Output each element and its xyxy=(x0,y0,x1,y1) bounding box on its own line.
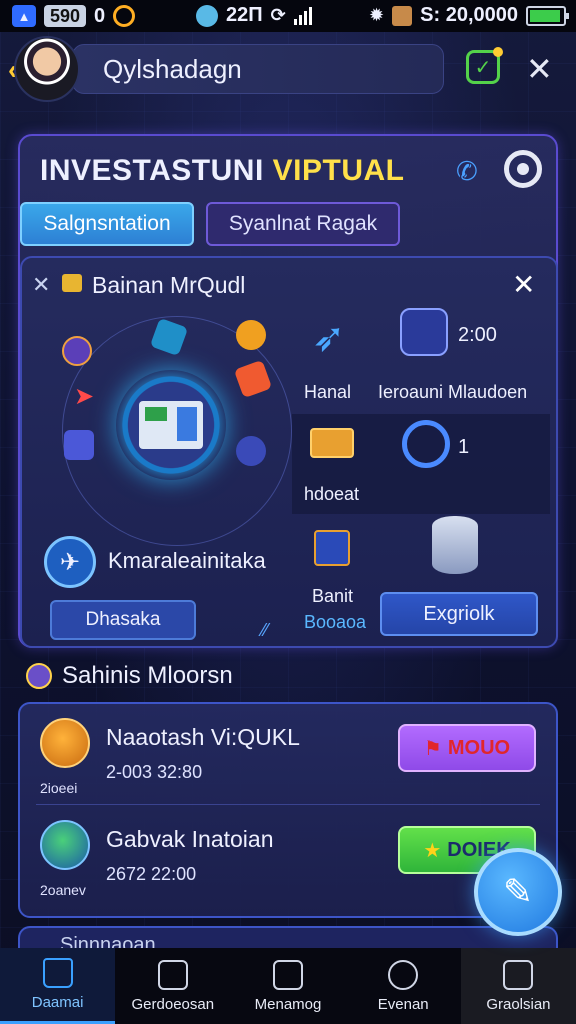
globe-avatar-icon xyxy=(40,820,90,870)
dashboard-hub-icon xyxy=(116,370,226,480)
list-item-name: Naaotash Vi:QUKL xyxy=(106,724,300,750)
pencil-icon: ✎ xyxy=(502,871,534,912)
close-icon[interactable]: ✕ xyxy=(526,50,553,88)
panel-dismiss-icon[interactable]: ✕ xyxy=(32,272,50,298)
weather-icon xyxy=(196,4,218,27)
section-header: Sahinis Mloorsn xyxy=(26,662,233,690)
stat-label-1: Hanal xyxy=(304,382,352,402)
folder-icon xyxy=(62,274,82,292)
bookmark-icon xyxy=(157,959,188,990)
stats-grid: ➶ Hanal 2:00 Ieroauni Mlaudoen hdoeat 1 … xyxy=(292,298,550,638)
ticket-icon xyxy=(310,428,354,458)
section-title: Sahinis Mloorsn xyxy=(62,662,233,689)
pencil-badge-icon xyxy=(26,663,52,689)
home-icon xyxy=(42,958,73,988)
status-right-text: S: 20,0000 xyxy=(420,4,518,26)
tag-icon xyxy=(388,959,419,990)
nav-item-garden[interactable]: Gerdoeosan xyxy=(115,948,230,1024)
stat-value-2: 1 xyxy=(458,436,470,458)
gear-cog-icon xyxy=(402,420,450,468)
trophy-avatar-icon xyxy=(40,718,90,768)
dhasaka-button[interactable]: Dhasaka xyxy=(50,600,196,640)
wallet-icon xyxy=(392,5,413,26)
nav-label: Graolsian xyxy=(486,995,551,1013)
panel-icon xyxy=(503,959,534,990)
tab-segmentation[interactable]: Salgnsntation xyxy=(20,202,194,246)
avatar[interactable] xyxy=(14,36,80,102)
edit-icon[interactable]: ⁄⁄ xyxy=(262,620,268,641)
mouo-button-label: MOUO xyxy=(447,736,511,759)
app-header: ‹ Qylshadagn ✓ ✕ xyxy=(0,34,576,104)
box-icon xyxy=(273,959,303,990)
bottom-navigation: Daamai Gerdoeosan Menamog Evenan Graolsi… xyxy=(0,948,576,1024)
stat-label-5: Banit xyxy=(312,586,354,606)
signal-icon xyxy=(293,6,312,25)
stat-value-1: 2:00 xyxy=(458,324,497,346)
database-icon xyxy=(432,516,478,574)
tab-ragak[interactable]: Syanlnat Ragak xyxy=(206,202,400,246)
panel-title: Bainan MrQudl xyxy=(92,272,246,298)
feature-label: Kmaraleainitaka xyxy=(108,548,266,573)
mouo-button[interactable]: ⚑ MOUO xyxy=(398,724,536,772)
edit-fab-button[interactable]: ✎ xyxy=(474,848,562,936)
list-item-time: 2672 22:00 xyxy=(106,864,197,884)
nav-label: Evenan xyxy=(377,995,429,1013)
status-left-text: 590 xyxy=(44,5,87,27)
cursor-orbit-icon: ➤ xyxy=(74,383,95,410)
card-title-part2: VIPTUAL xyxy=(272,154,405,187)
page-title: Qylshadagn xyxy=(103,53,242,84)
status-mid-text: 22П xyxy=(226,4,263,26)
flag-icon: ⚑ xyxy=(423,737,442,760)
stat-label-3: hdoeat xyxy=(304,484,360,504)
nav-item-home[interactable]: Daamai xyxy=(0,948,116,1024)
cube-orbit-icon xyxy=(64,430,94,460)
rocket-orbit-icon xyxy=(236,320,266,350)
status-left-suffix: 0 xyxy=(94,4,106,27)
nav-label: Daamai xyxy=(31,994,84,1011)
list-item-name: Gabvak Inatoian xyxy=(106,826,274,852)
nav-item-events[interactable]: Evenan xyxy=(346,948,461,1024)
nav-label: Gerdoeosan xyxy=(131,995,215,1013)
divider xyxy=(36,804,540,805)
badge-icon xyxy=(400,308,448,356)
shield-orbit-icon xyxy=(62,336,92,366)
market-panel: ✕ Bainan MrQudl ✕ ➤ ✈ Kmaraleainitaka Dh… xyxy=(20,256,558,648)
next-card-peek: Sinnnaoan xyxy=(18,926,558,950)
list-item[interactable]: 2ioeei Naaotash Vi:QUKL 2-003 32:80 ⚑ MO… xyxy=(20,704,556,805)
card-title-part1: INVESTASTUNI xyxy=(40,154,273,187)
star-icon: ★ xyxy=(423,839,442,862)
navigation-icon[interactable]: ✈ xyxy=(44,536,96,588)
app-notification-icon: ▲ xyxy=(12,5,36,27)
stat-label-2: Ieroauni Mlaudoen xyxy=(378,382,528,402)
rocket-icon: ➶ xyxy=(312,316,346,360)
explore-button[interactable]: Exgriolk xyxy=(380,592,538,636)
stat-label-6: Booaoa xyxy=(304,612,367,632)
battery-icon xyxy=(526,5,569,26)
list-item-sub: 2ioeei xyxy=(40,780,78,796)
phone-icon[interactable]: ✆ xyxy=(456,156,478,187)
header-title-bar: Qylshadagn xyxy=(72,44,444,94)
status-bar: ▲ 590 0 22П ⟳ ✹ S: 20,0000 xyxy=(0,0,576,32)
nav-item-menu[interactable]: Menamog xyxy=(230,948,345,1024)
tools-orbit-icon xyxy=(236,436,266,466)
network-icon: ⟳ xyxy=(270,5,286,25)
investment-card: INVESTASTUNI VIPTUAL ✆ Salgnsntation Sya… xyxy=(18,134,558,648)
check-icon[interactable]: ✓ xyxy=(466,47,503,84)
nav-item-settings[interactable]: Graolsian xyxy=(460,948,576,1024)
settings-gear-small-icon: ✹ xyxy=(369,5,385,25)
panel-close-icon[interactable]: ✕ xyxy=(512,268,535,301)
nav-label: Menamog xyxy=(254,995,322,1013)
gear-icon[interactable] xyxy=(504,150,542,188)
sync-icon xyxy=(113,5,136,27)
tablet-icon xyxy=(314,530,350,566)
card-title: INVESTASTUNI VIPTUAL xyxy=(40,154,404,188)
list-item-sub: 2oanev xyxy=(40,882,86,898)
list-item-time: 2-003 32:80 xyxy=(106,762,203,782)
